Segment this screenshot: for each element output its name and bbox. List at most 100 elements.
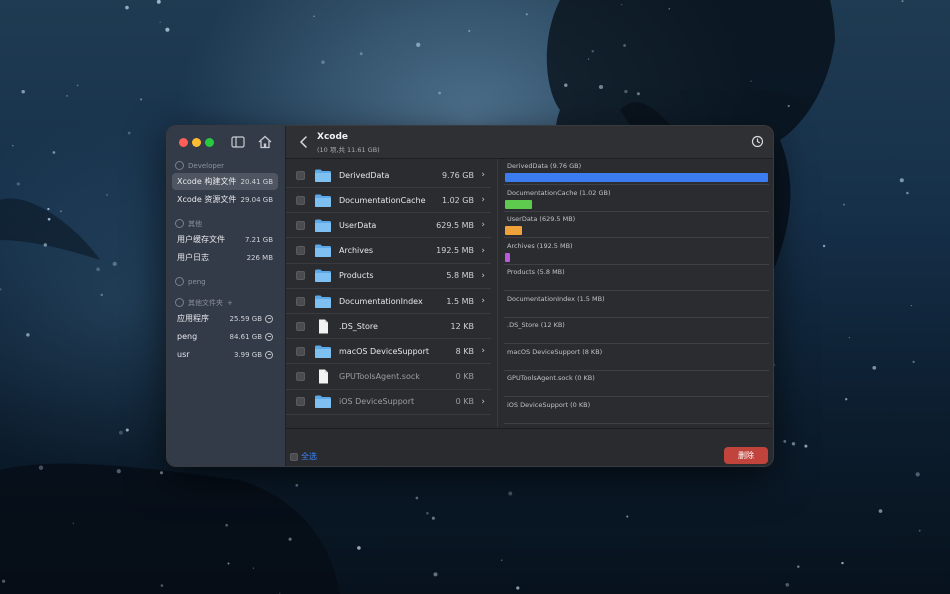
minimize-window-button[interactable] bbox=[192, 138, 201, 147]
chevron-right-icon[interactable]: › bbox=[481, 271, 485, 281]
close-window-button[interactable] bbox=[179, 138, 188, 147]
bubble bbox=[165, 27, 170, 32]
home-icon[interactable] bbox=[257, 134, 273, 150]
row-checkbox[interactable] bbox=[296, 296, 305, 306]
row-checkbox[interactable] bbox=[296, 321, 305, 331]
bubble bbox=[416, 42, 421, 47]
folder-summary: (10 项,共 11.61 GB) bbox=[317, 146, 380, 154]
file-row[interactable]: iOS DeviceSupport 0 KB › bbox=[286, 390, 491, 415]
chevron-right-icon[interactable]: › bbox=[481, 246, 485, 256]
bubble bbox=[621, 3, 623, 6]
chevron-right-icon[interactable]: › bbox=[481, 296, 485, 306]
bubble bbox=[159, 21, 161, 23]
usage-label: Products (5.8 MB) bbox=[507, 268, 565, 276]
file-name: DerivedData bbox=[339, 170, 390, 180]
bubble bbox=[906, 191, 909, 195]
folder-icon bbox=[315, 395, 331, 409]
file-name: GPUToolsAgent.sock bbox=[339, 372, 420, 382]
file-row[interactable]: DocumentationIndex 1.5 MB › bbox=[286, 289, 491, 314]
file-row[interactable]: UserData 629.5 MB › bbox=[286, 213, 491, 239]
row-checkbox[interactable] bbox=[296, 195, 305, 205]
bubble bbox=[878, 509, 883, 513]
usage-bar bbox=[505, 226, 522, 235]
folder-title: Xcode bbox=[317, 132, 349, 142]
bubble bbox=[313, 15, 315, 17]
bubble bbox=[668, 7, 671, 10]
folder-group-icon bbox=[175, 298, 184, 307]
remove-folder-icon[interactable] bbox=[265, 350, 273, 359]
file-row[interactable]: DerivedData 9.76 GB › bbox=[286, 163, 491, 188]
chevron-right-icon[interactable]: › bbox=[481, 397, 485, 407]
bubble bbox=[848, 336, 851, 339]
app-window: Developer Xcode 构建文件 20.41 GB Xcode 资源文件… bbox=[166, 125, 774, 467]
sidebar-item-applications[interactable]: 应用程序 25.59 GB bbox=[172, 310, 278, 327]
bubble bbox=[116, 469, 121, 474]
file-row[interactable]: Products 5.8 MB › bbox=[286, 264, 491, 289]
row-checkbox[interactable] bbox=[296, 346, 305, 356]
bubble bbox=[76, 84, 79, 87]
row-checkbox[interactable] bbox=[296, 246, 305, 256]
bubble bbox=[915, 472, 920, 477]
usage-label: iOS DeviceSupport (0 KB) bbox=[507, 400, 591, 409]
sidebar-item-user-cache[interactable]: 用户缓存文件 7.21 GB bbox=[172, 231, 278, 248]
add-folder-button[interactable]: + bbox=[227, 299, 233, 307]
file-list: DerivedData 9.76 GB › DocumentationCache 1.0… bbox=[286, 159, 496, 427]
chevron-right-icon[interactable]: › bbox=[481, 220, 485, 230]
bubble bbox=[899, 178, 904, 183]
sidebar-item-xcode-resources[interactable]: Xcode 资源文件 29.04 GB bbox=[172, 191, 278, 208]
file-row[interactable]: DocumentationCache 1.02 GB › bbox=[286, 188, 491, 214]
chevron-left-icon[interactable] bbox=[298, 135, 310, 149]
file-row[interactable]: Archives 192.5 MB › bbox=[286, 239, 491, 264]
remove-folder-icon[interactable] bbox=[265, 332, 273, 341]
row-checkbox[interactable] bbox=[296, 220, 305, 230]
bubble bbox=[26, 333, 30, 337]
clock-icon[interactable] bbox=[751, 135, 764, 148]
checkbox[interactable] bbox=[290, 452, 298, 461]
select-all-checkbox[interactable]: 全选 bbox=[290, 451, 317, 462]
bubble bbox=[140, 98, 143, 101]
section-header-other-folders: 其他文件夹 + bbox=[175, 297, 233, 308]
chevron-right-icon[interactable]: › bbox=[481, 195, 485, 205]
row-checkbox[interactable] bbox=[296, 271, 305, 281]
sidebar-item-xcode-build[interactable]: Xcode 构建文件 20.41 GB bbox=[172, 173, 278, 190]
bubble bbox=[38, 465, 44, 470]
row-checkbox[interactable] bbox=[296, 397, 305, 407]
file-size: 5.8 MB bbox=[446, 271, 474, 281]
row-checkbox[interactable] bbox=[296, 372, 305, 382]
usage-bar bbox=[505, 199, 533, 209]
file-row[interactable]: .DS_Store 12 KB bbox=[286, 314, 491, 340]
file-size: 0 KB bbox=[455, 397, 474, 407]
chevron-right-icon[interactable]: › bbox=[481, 170, 485, 180]
usage-label: macOS DeviceSupport (8 KB) bbox=[507, 347, 603, 356]
file-row[interactable]: macOS DeviceSupport 8 KB › bbox=[286, 339, 491, 365]
zoom-window-button[interactable] bbox=[205, 138, 214, 147]
bubble bbox=[112, 261, 117, 267]
file-row[interactable]: GPUToolsAgent.sock 0 KB bbox=[286, 365, 491, 390]
bubble bbox=[0, 288, 2, 291]
section-header-peng[interactable]: peng bbox=[175, 276, 206, 287]
row-checkbox[interactable] bbox=[296, 170, 305, 180]
usage-label: DocumentationCache (1.02 GB) bbox=[507, 188, 611, 197]
usage-chart: DerivedData (9.76 GB) DocumentationCache … bbox=[497, 159, 773, 427]
file-name: iOS DeviceSupport bbox=[339, 397, 415, 407]
sidebar-toggle-icon[interactable] bbox=[230, 134, 246, 150]
sidebar-item-usr[interactable]: usr 3.99 GB bbox=[172, 346, 278, 363]
bubble bbox=[106, 194, 108, 196]
file-name: UserData bbox=[339, 220, 377, 230]
bubble bbox=[415, 496, 419, 500]
bubble bbox=[96, 267, 100, 272]
file-name: .DS_Store bbox=[339, 321, 378, 331]
bubble bbox=[804, 444, 808, 448]
developer-icon bbox=[175, 161, 184, 170]
bubble bbox=[252, 567, 255, 569]
delete-button[interactable]: 删除 bbox=[724, 447, 768, 464]
usage-label: DocumentationIndex (1.5 MB) bbox=[507, 294, 605, 303]
sidebar-item-user-logs[interactable]: 用户日志 226 MB bbox=[172, 249, 278, 266]
remove-folder-icon[interactable] bbox=[265, 314, 273, 323]
chevron-right-icon[interactable]: › bbox=[481, 346, 485, 356]
usage-bar bbox=[505, 252, 510, 262]
bubble bbox=[623, 44, 626, 47]
folder-icon bbox=[315, 295, 331, 308]
sidebar-item-peng-folder[interactable]: peng 84.61 GB bbox=[172, 328, 278, 345]
bubble bbox=[587, 58, 590, 60]
